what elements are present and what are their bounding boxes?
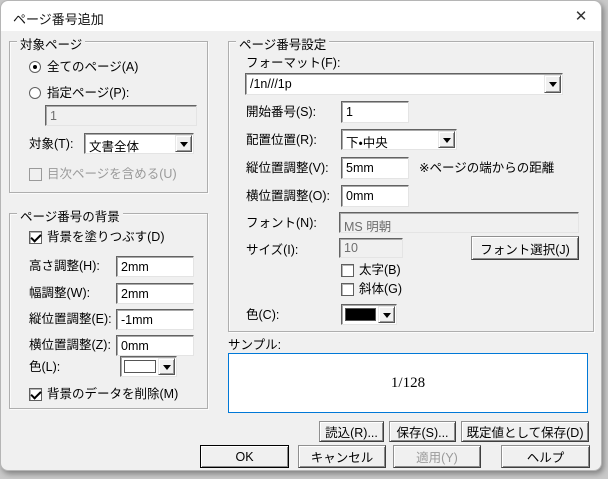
target-label: 対象(T):	[29, 137, 73, 152]
close-button[interactable]: ✕	[567, 4, 595, 28]
format-combobox[interactable]: /1n///1p	[245, 73, 563, 95]
titlebar: ページ番号追加 ✕	[1, 1, 601, 31]
settings-group-title: ページ番号設定	[236, 34, 329, 53]
sample-text: 1/128	[391, 375, 425, 392]
height-adjust-label: 高さ調整(H):	[29, 259, 100, 274]
delete-bg-data-label: 背景のデータを削除(M)	[47, 387, 178, 402]
bg-color-swatch	[124, 360, 156, 373]
bg-h-adjust-input[interactable]	[116, 335, 194, 356]
format-label: フォーマット(F):	[246, 56, 340, 71]
target-dropdown[interactable]: 文書全体	[84, 133, 194, 154]
fill-background-checkbox[interactable]	[29, 231, 42, 244]
height-adjust-input[interactable]	[116, 256, 194, 277]
width-adjust-label: 幅調整(W):	[29, 286, 90, 301]
apply-button: 適用(Y)	[393, 445, 481, 468]
font-select-button[interactable]: フォント選択(J)	[471, 236, 579, 260]
save-button[interactable]: 保存(S)...	[389, 421, 456, 442]
font-color-swatch	[345, 308, 376, 321]
chevron-down-icon[interactable]	[544, 75, 561, 93]
specified-pages-input	[45, 105, 197, 126]
h-adjust-label: 横位置調整(O):	[246, 189, 330, 204]
format-value: /1n///1p	[250, 77, 292, 91]
radio-all-pages[interactable]	[29, 61, 41, 73]
delete-bg-data-checkbox[interactable]	[29, 388, 42, 401]
radio-specified-pages[interactable]	[29, 87, 41, 99]
bg-v-adjust-label: 縦位置調整(E):	[29, 312, 112, 327]
v-adjust-label: 縦位置調整(V):	[246, 161, 329, 176]
bg-color-label: 色(L):	[29, 360, 60, 375]
font-color-label: 色(C):	[246, 308, 279, 323]
start-number-input[interactable]	[341, 101, 409, 123]
bold-checkbox[interactable]	[341, 264, 354, 277]
font-label: フォント(N):	[246, 216, 317, 231]
sample-label: サンプル:	[228, 338, 281, 353]
bg-h-adjust-label: 横位置調整(Z):	[29, 338, 111, 353]
radio-all-pages-label: 全てのページ(A)	[47, 60, 138, 75]
position-dropdown[interactable]: 下・中央	[341, 129, 457, 150]
italic-checkbox[interactable]	[341, 283, 354, 296]
help-button[interactable]: ヘルプ	[501, 445, 590, 468]
chevron-down-icon[interactable]	[158, 358, 175, 375]
chevron-down-icon[interactable]	[438, 131, 455, 148]
position-value: 下・中央	[346, 132, 388, 151]
load-button[interactable]: 読込(R)...	[319, 421, 384, 442]
size-label: サイズ(I):	[246, 243, 298, 258]
target-dropdown-value: 文書全体	[89, 136, 139, 155]
start-number-label: 開始番号(S):	[246, 105, 316, 120]
bold-label: 太字(B)	[359, 263, 401, 278]
font-name-field: MS 明朝	[339, 212, 579, 233]
target-pages-group-title: 対象ページ	[17, 34, 85, 53]
italic-label: 斜体(G)	[359, 282, 402, 297]
sample-preview: 1/128	[228, 353, 588, 413]
width-adjust-input[interactable]	[116, 283, 194, 304]
font-color-dropdown[interactable]	[341, 304, 397, 325]
save-as-default-button[interactable]: 既定値として保存(D)	[461, 421, 589, 442]
close-icon: ✕	[575, 7, 588, 25]
ok-button[interactable]: OK	[200, 445, 289, 468]
h-adjust-input[interactable]	[341, 185, 409, 207]
position-label: 配置位置(R):	[246, 133, 317, 148]
fill-background-label: 背景を塗りつぶす(D)	[47, 230, 164, 245]
dialog-title: ページ番号追加	[13, 9, 104, 28]
background-group-title: ページ番号の背景	[17, 206, 123, 225]
size-field: 10	[339, 238, 403, 258]
include-toc-checkbox	[29, 168, 42, 181]
page-number-dialog: ページ番号追加 ✕ 対象ページ 全てのページ(A) 指定ページ(P): 対象(T…	[0, 0, 602, 471]
chevron-down-icon[interactable]	[175, 135, 192, 152]
cancel-button[interactable]: キャンセル	[298, 445, 386, 468]
v-adjust-note: ※ページの端からの距離	[419, 161, 554, 176]
v-adjust-input[interactable]	[341, 157, 409, 179]
bg-color-dropdown[interactable]	[120, 356, 177, 377]
chevron-down-icon[interactable]	[378, 306, 395, 323]
bg-v-adjust-input[interactable]	[116, 309, 194, 330]
include-toc-label: 目次ページを含める(U)	[47, 167, 177, 182]
radio-specified-pages-label: 指定ページ(P):	[47, 86, 129, 101]
